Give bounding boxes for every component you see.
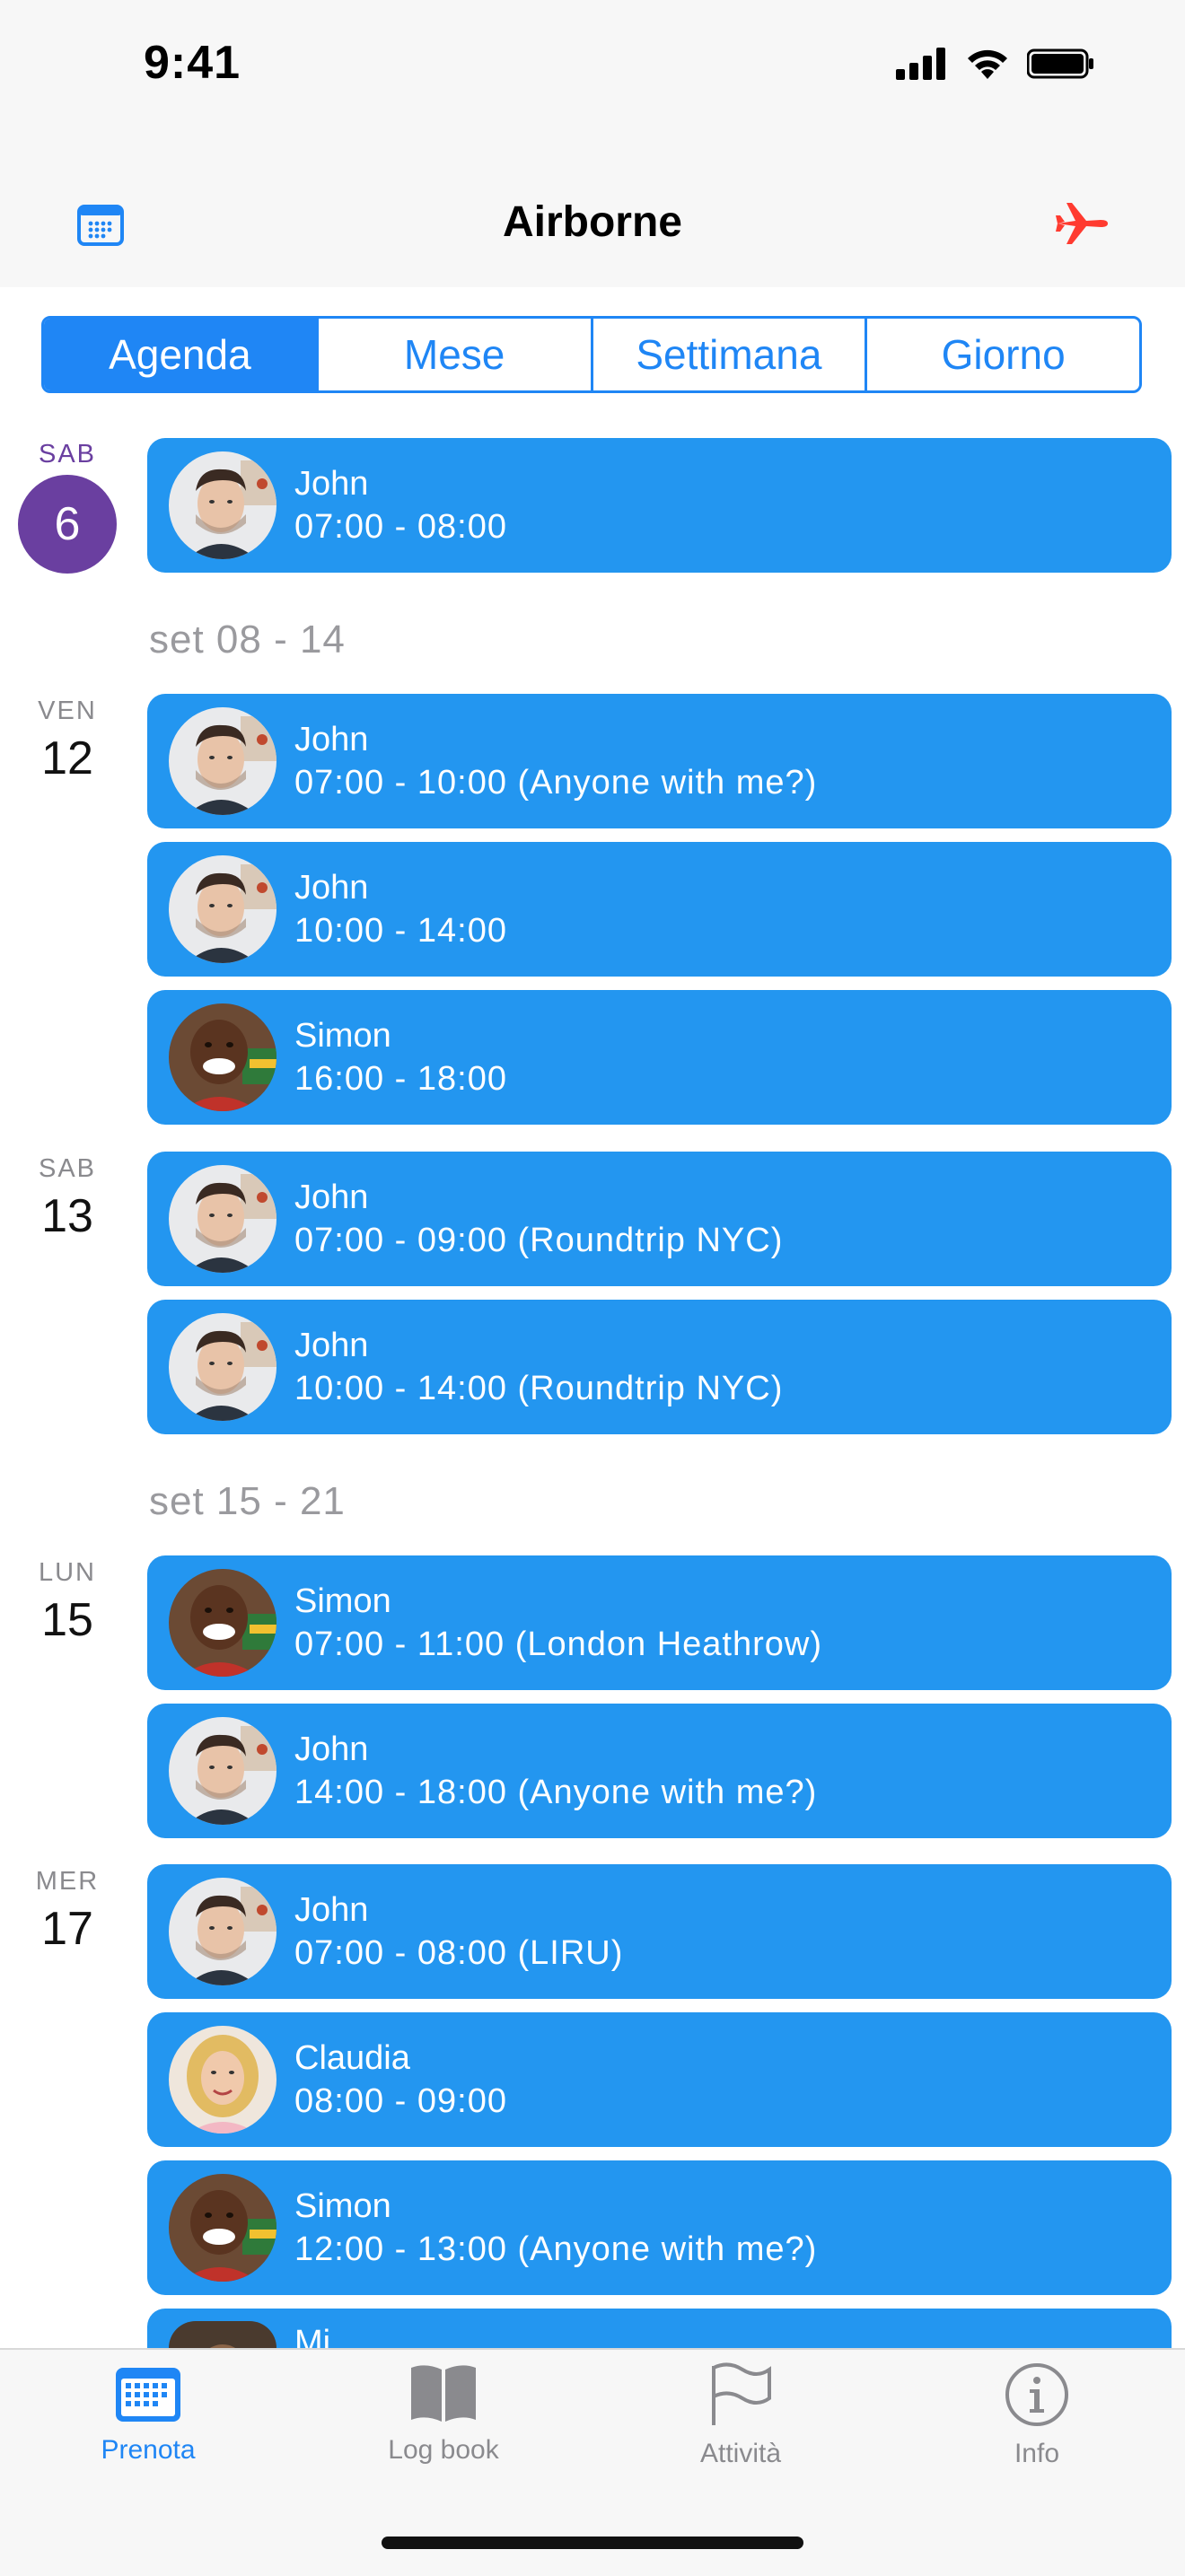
event-card[interactable]: Simon 12:00 - 13:00 (Anyone with me?) bbox=[147, 2160, 1172, 2295]
segment-settimana[interactable]: Settimana bbox=[590, 319, 865, 390]
signal-icon bbox=[896, 48, 945, 80]
day-number: 13 bbox=[41, 1190, 93, 1242]
event-pilot: John bbox=[294, 721, 369, 758]
view-mode-segmented-control: Agenda Mese Settimana Giorno bbox=[41, 316, 1142, 393]
week-range-label: set 15 - 21 bbox=[149, 1479, 346, 1523]
tab-prenota[interactable]: Prenota bbox=[58, 2362, 238, 2466]
avatar bbox=[169, 451, 276, 559]
day-number: 17 bbox=[41, 1903, 93, 1955]
event-card[interactable]: John 07:00 - 08:00 bbox=[147, 438, 1172, 573]
avatar bbox=[169, 2026, 276, 2134]
day-header: SAB 13 bbox=[0, 1154, 135, 1243]
page-title: Airborne bbox=[502, 198, 682, 246]
event-time: 10:00 - 14:00 bbox=[294, 912, 507, 950]
calendar-grid-icon bbox=[116, 2368, 180, 2422]
day-of-week: SAB bbox=[38, 1154, 97, 1183]
event-pilot: John bbox=[294, 1730, 369, 1768]
avatar bbox=[169, 855, 276, 963]
event-pilot: John bbox=[294, 465, 369, 503]
avatar bbox=[169, 2321, 276, 2348]
event-time: 07:00 - 09:00 (Roundtrip NYC) bbox=[294, 1222, 784, 1259]
flag-icon bbox=[712, 2362, 771, 2425]
segment-giorno[interactable]: Giorno bbox=[865, 319, 1139, 390]
day-number-today: 6 bbox=[18, 475, 117, 574]
event-time: 07:00 - 11:00 (London Heathrow) bbox=[294, 1625, 822, 1663]
avatar bbox=[169, 707, 276, 815]
avatar bbox=[169, 2174, 276, 2282]
avatar bbox=[169, 1003, 276, 1111]
event-card[interactable]: Claudia 08:00 - 09:00 bbox=[147, 2012, 1172, 2147]
tab-label: Attività bbox=[699, 2439, 782, 2468]
day-header: MER 17 bbox=[0, 1867, 135, 1956]
event-card[interactable]: John 07:00 - 09:00 (Roundtrip NYC) bbox=[147, 1152, 1172, 1286]
event-time: 16:00 - 18:00 bbox=[294, 1060, 507, 1098]
event-pilot: John bbox=[294, 1178, 369, 1216]
status-icons bbox=[896, 47, 1095, 81]
event-pilot: John bbox=[294, 1891, 369, 1929]
event-card[interactable]: John 10:00 - 14:00 (Roundtrip NYC) bbox=[147, 1300, 1172, 1434]
day-number: 15 bbox=[41, 1594, 93, 1646]
event-pilot: John bbox=[294, 1327, 369, 1364]
avatar bbox=[169, 1717, 276, 1825]
day-of-week: VEN bbox=[38, 697, 97, 725]
event-card[interactable]: Simon 16:00 - 18:00 bbox=[147, 990, 1172, 1125]
event-card[interactable]: John 07:00 - 08:00 (LIRU) bbox=[147, 1864, 1172, 1999]
event-time: 12:00 - 13:00 (Anyone with me?) bbox=[294, 2230, 818, 2268]
tab-label: Prenota bbox=[101, 2435, 196, 2465]
day-of-week: SAB bbox=[38, 440, 97, 469]
event-card[interactable]: John 07:00 - 10:00 (Anyone with me?) bbox=[147, 694, 1172, 828]
event-card[interactable]: John 14:00 - 18:00 (Anyone with me?) bbox=[147, 1704, 1172, 1838]
home-indicator bbox=[382, 2537, 803, 2549]
info-icon bbox=[1005, 2363, 1068, 2426]
event-time: 07:00 - 10:00 (Anyone with me?) bbox=[294, 764, 818, 802]
avatar bbox=[169, 1569, 276, 1677]
status-bar: 9:41 bbox=[0, 0, 1185, 135]
day-header: LUN 15 bbox=[0, 1558, 135, 1647]
day-of-week: LUN bbox=[38, 1558, 96, 1587]
event-pilot: Simon bbox=[294, 2187, 391, 2225]
tab-log-book[interactable]: Log book bbox=[354, 2362, 533, 2466]
wifi-icon bbox=[968, 49, 1007, 79]
status-time: 9:41 bbox=[144, 37, 241, 89]
avatar bbox=[169, 1165, 276, 1273]
event-pilot: John bbox=[294, 869, 369, 907]
event-card[interactable]: Simon 07:00 - 11:00 (London Heathrow) bbox=[147, 1555, 1172, 1690]
tab-attivita[interactable]: Attività bbox=[651, 2362, 830, 2469]
event-time: 07:00 - 08:00 (LIRU) bbox=[294, 1934, 624, 1972]
event-time: 14:00 - 18:00 (Anyone with me?) bbox=[294, 1774, 818, 1811]
airplane-icon[interactable] bbox=[1054, 197, 1110, 254]
battery-icon bbox=[1027, 48, 1093, 79]
avatar bbox=[169, 1313, 276, 1421]
avatar bbox=[169, 1878, 276, 1985]
segment-mese[interactable]: Mese bbox=[315, 319, 591, 390]
day-of-week: MER bbox=[35, 1867, 100, 1896]
event-time: 07:00 - 08:00 bbox=[294, 508, 507, 546]
book-icon bbox=[411, 2365, 476, 2422]
event-time: 08:00 - 09:00 bbox=[294, 2082, 507, 2120]
day-header: VEN 12 bbox=[0, 697, 135, 785]
week-range-label: set 08 - 14 bbox=[149, 618, 346, 662]
navigation-bar: Airborne bbox=[0, 135, 1185, 287]
tab-label: Log book bbox=[388, 2435, 499, 2465]
day-number: 12 bbox=[41, 732, 93, 784]
tab-label: Info bbox=[1014, 2439, 1060, 2468]
event-pilot: Simon bbox=[294, 1017, 391, 1055]
event-time: 10:00 - 14:00 (Roundtrip NYC) bbox=[294, 1370, 784, 1407]
event-pilot: Mi bbox=[294, 2324, 331, 2348]
event-card[interactable]: John 10:00 - 14:00 bbox=[147, 842, 1172, 977]
tab-info[interactable]: Info bbox=[947, 2362, 1127, 2469]
event-pilot: Claudia bbox=[294, 2039, 410, 2077]
event-card-partial[interactable]: Mi bbox=[147, 2309, 1172, 2348]
day-header: SAB 6 bbox=[0, 440, 135, 574]
segment-agenda[interactable]: Agenda bbox=[44, 319, 316, 390]
event-pilot: Simon bbox=[294, 1582, 391, 1620]
